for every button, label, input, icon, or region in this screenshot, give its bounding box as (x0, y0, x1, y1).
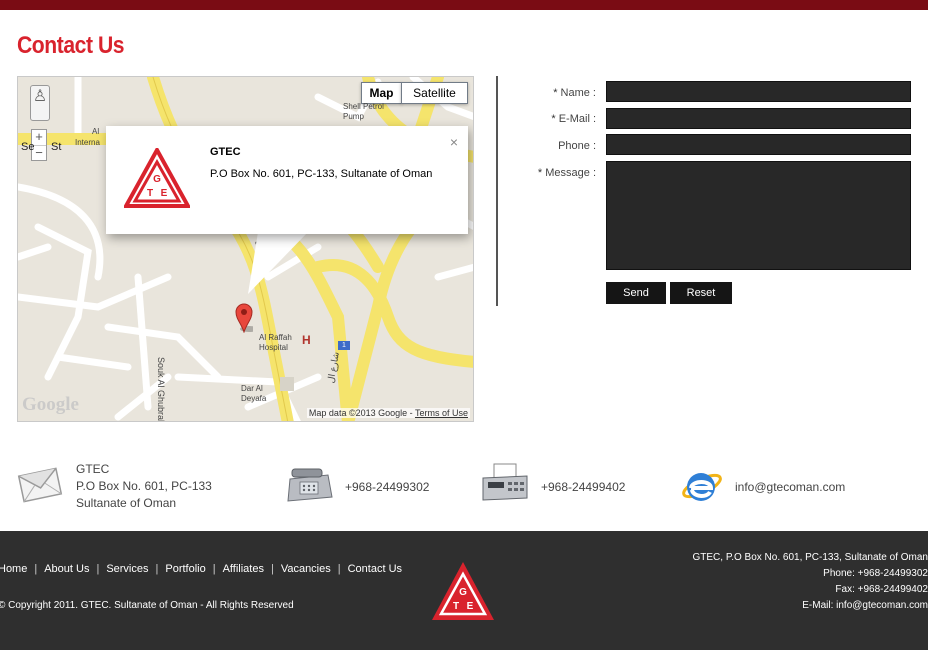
footer-email: E-Mail: info@gtecoman.com (802, 600, 928, 611)
map-type-map-button[interactable]: Map (361, 82, 402, 104)
terms-of-use-link[interactable]: Terms of Use (415, 408, 468, 418)
required-mark: * (537, 167, 543, 179)
map-label-al-raffah-hospital: Al Raffah Hospital (259, 333, 292, 352)
map-label-intl: Interna (75, 138, 100, 147)
svg-text:E: E (467, 601, 474, 612)
required-mark: * (551, 113, 556, 125)
telephone-icon (287, 468, 333, 502)
phone-label: Phone : (558, 140, 596, 152)
send-button[interactable]: Send (606, 282, 666, 304)
map-label-street-se: Se (21, 141, 35, 153)
page-title: Contact Us (17, 32, 125, 59)
map-label-al: Al (92, 127, 100, 136)
svg-text:E: E (161, 188, 168, 199)
nav-separator: | (34, 563, 38, 575)
info-window-name: GTEC (210, 146, 241, 158)
map-marker-icon[interactable] (235, 303, 253, 333)
info-window-close-icon[interactable]: × (450, 134, 458, 150)
street-view-pegman-icon[interactable]: ♙ (30, 85, 50, 121)
info-window-tail (248, 232, 308, 294)
footer-link-vacancies[interactable]: Vacancies (281, 563, 331, 575)
message-label-text: Message : (545, 167, 596, 179)
message-label: * Message : (516, 167, 596, 179)
message-textarea[interactable] (606, 161, 911, 270)
map-info-window: G T E GTEC P.O Box No. 601, PC-133, Sult… (106, 126, 468, 234)
footer-contact: GTEC, P.O Box No. 601, PC-133, Sultanate… (668, 550, 928, 614)
route-shield: 1 (338, 341, 350, 350)
footer-link-contact-us[interactable]: Contact Us (348, 563, 402, 575)
google-map[interactable]: ♙ + − Map Satellite Shell Petrol Pump Al… (17, 76, 474, 422)
internet-explorer-icon (682, 473, 722, 501)
info-window-address: P.O Box No. 601, PC-133, Sultanate of Om… (210, 168, 433, 180)
svg-text:T: T (453, 601, 459, 612)
contact-phone: +968-24499302 (345, 480, 430, 494)
gtec-logo-icon: G T E (124, 148, 190, 208)
top-bar (0, 0, 928, 10)
contact-company: GTEC (76, 462, 110, 476)
map-label-street-st: St (51, 141, 62, 153)
nav-separator: | (96, 563, 100, 575)
email-label-text: E-Mail : (558, 113, 596, 125)
map-label-shell: Shell Petrol Pump (343, 102, 384, 121)
footer-gtec-logo-icon: G T E (432, 562, 494, 620)
svg-text:G: G (153, 174, 161, 185)
footer-address: GTEC, P.O Box No. 601, PC-133, Sultanate… (692, 552, 928, 563)
name-input[interactable] (606, 81, 911, 102)
contact-email[interactable]: info@gtecoman.com (735, 479, 845, 496)
footer-link-affiliates[interactable]: Affiliates (223, 563, 264, 575)
map-label-souk-al-ghubrah: Souk Al Ghubrah St (156, 357, 166, 422)
email-label: * E-Mail : (516, 113, 596, 125)
map-label-dar-al-deyafa: Dar Al Deyafa (241, 384, 267, 403)
envelope-icon (17, 467, 63, 503)
google-logo: Google (22, 394, 79, 415)
name-label-text: Name : (560, 87, 596, 99)
phone-input[interactable] (606, 134, 911, 155)
nav-separator: | (212, 563, 216, 575)
nav-separator: | (155, 563, 159, 575)
footer-link-home[interactable]: Home (0, 563, 27, 575)
map-attribution: Map data ©2013 Google - Terms of Use (306, 408, 470, 418)
contact-address-line1: P.O Box No. 601, PC-133 (76, 479, 212, 493)
vertical-divider (496, 76, 498, 306)
footer-link-services[interactable]: Services (106, 563, 148, 575)
footer-link-portfolio[interactable]: Portfolio (165, 563, 205, 575)
contact-fax: +968-24499402 (541, 480, 626, 494)
footer-link-about-us[interactable]: About Us (44, 563, 89, 575)
copyright-text: © Copyright 2011. GTEC. Sultanate of Oma… (0, 600, 294, 611)
required-mark: * (553, 87, 558, 99)
reset-button[interactable]: Reset (670, 282, 732, 304)
contact-address-line2: Sultanate of Oman (76, 496, 177, 510)
map-data-attribution: Map data ©2013 Google (308, 408, 408, 418)
contact-address: GTEC P.O Box No. 601, PC-133 Sultanate o… (76, 461, 212, 512)
footer: Home | About Us | Services | Portfolio | Affilia… (0, 531, 928, 650)
name-label: * Name : (516, 87, 596, 99)
fax-icon (482, 463, 528, 501)
map-type-satellite-button[interactable]: Satellite (401, 82, 468, 104)
footer-fax: Fax: +968-24499402 (835, 584, 928, 595)
hospital-icon: H (302, 333, 311, 347)
map-attribution-separator: - (409, 408, 413, 418)
nav-separator: | (270, 563, 274, 575)
svg-text:T: T (147, 188, 153, 199)
email-input[interactable] (606, 108, 911, 129)
footer-nav: Home | About Us | Services | Portfolio | Affilia… (0, 563, 402, 575)
nav-separator: | (337, 563, 341, 575)
svg-text:G: G (459, 587, 467, 598)
footer-phone: Phone: +968-24499302 (823, 568, 928, 579)
